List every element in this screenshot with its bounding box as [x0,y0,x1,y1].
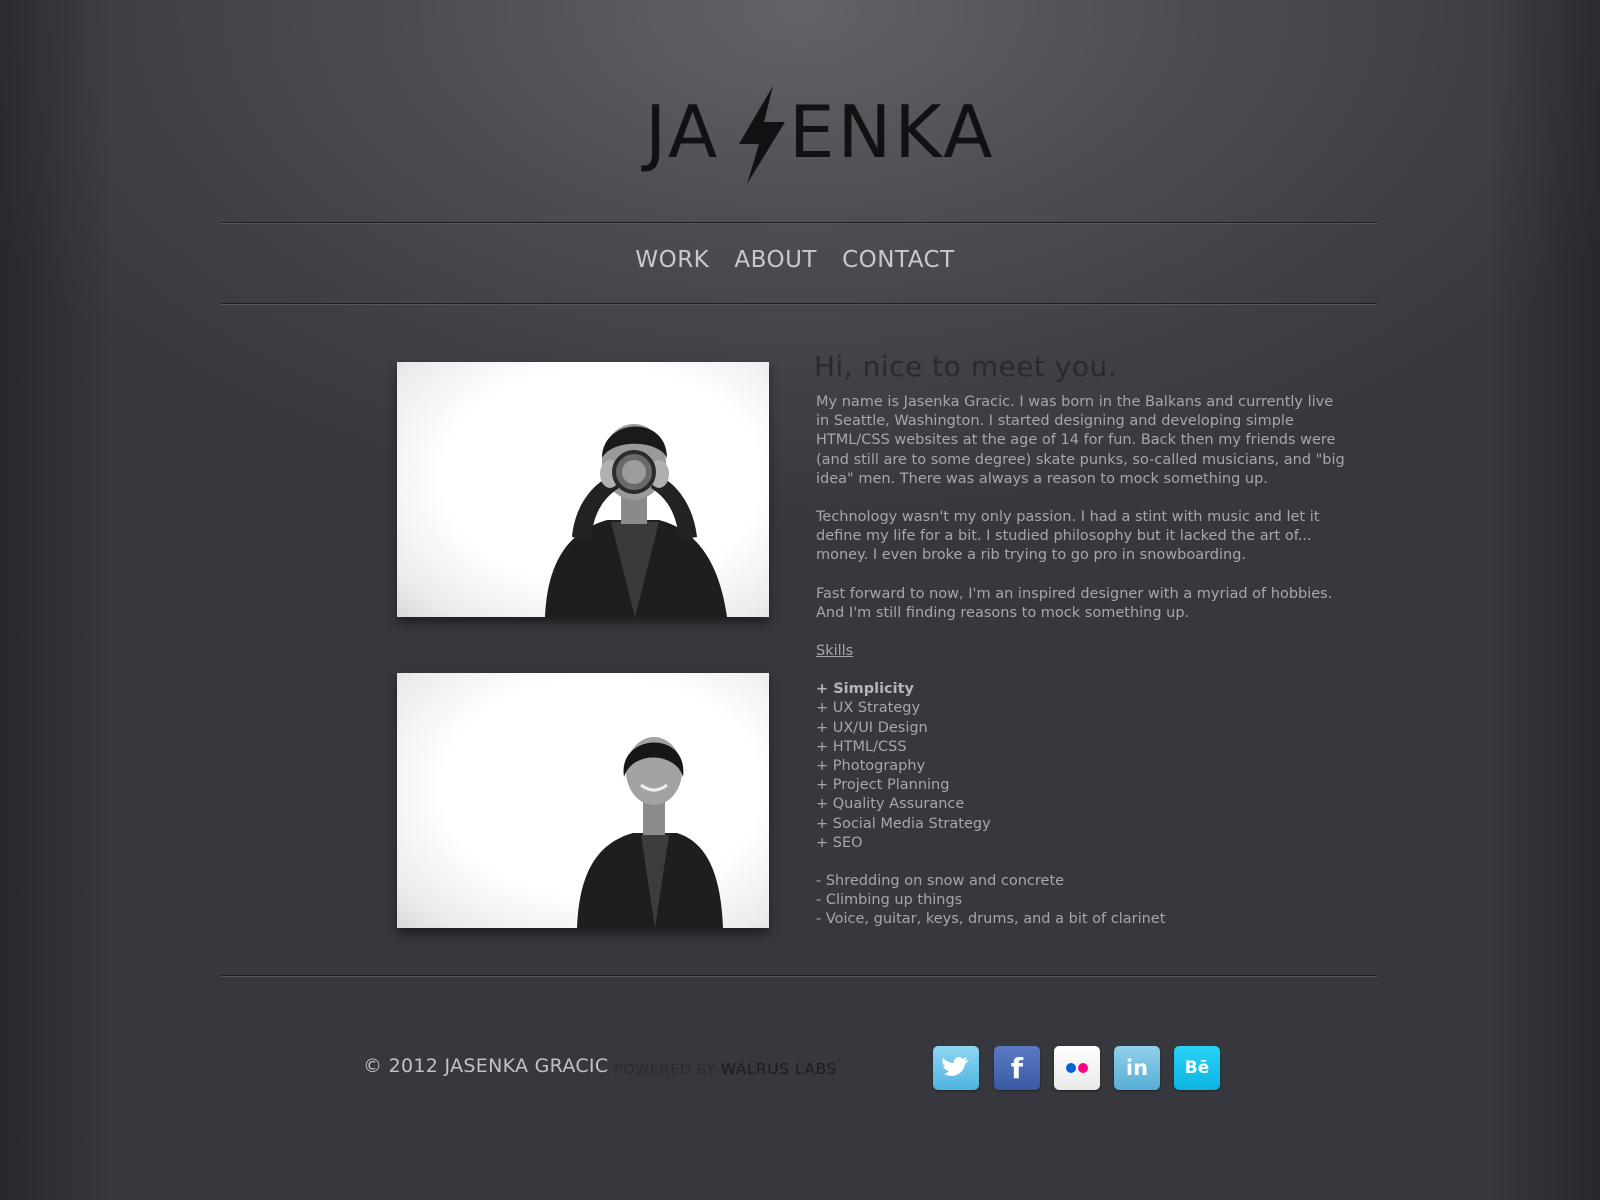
lightning-bolt-icon [739,86,785,184]
linkedin-button[interactable]: in [1114,1046,1160,1090]
flickr-button[interactable] [1054,1046,1100,1090]
skill-item: + UX/UI Design [816,719,928,736]
portrait-lens-illustration [545,424,727,617]
facebook-icon: f [1010,1051,1024,1085]
behance-icon: Bē [1184,1058,1210,1078]
nav-item-about[interactable]: ABOUT [734,247,817,273]
hobbies-list: - Shredding on snow and concrete - Climb… [816,872,1346,930]
logo-text-right: ENKA [789,90,996,174]
powered-by-label: POWERED BY [614,1062,716,1078]
skill-item: + Photography [816,758,926,775]
footer-copyright: © 2012 JASENKA GRACIC [363,1055,609,1077]
logo-text-left: JA [645,90,721,174]
skills-list: + Simplicity + UX Strategy + UX/UI Desig… [816,680,1346,853]
behance-button[interactable]: Bē [1174,1046,1220,1090]
divider-nav [221,303,1377,305]
footer-powered-by: POWERED BY WALRUS LABS [614,1060,837,1078]
skill-item: + Project Planning [816,777,950,794]
about-heading: Hi, nice to meet you. [814,350,1118,383]
facebook-button[interactable]: f [994,1046,1040,1090]
divider-top [221,222,1377,224]
hobby-item: - Voice, guitar, keys, drums, and a bit … [816,911,1166,928]
linkedin-icon: in [1125,1056,1149,1080]
skills-label: Skills [816,643,854,660]
main-nav: WORK ABOUT CONTACT [0,247,1600,273]
walrus-labs-link[interactable]: WALRUS LABS [721,1060,837,1078]
hobby-item: - Climbing up things [816,892,963,909]
skill-item: + Social Media Strategy [816,815,991,832]
skill-item: + UX Strategy [816,700,921,717]
flickr-icon [1066,1063,1088,1073]
skill-item: + HTML/CSS [816,738,907,755]
about-paragraph-2: Technology wasn't my only passion. I had… [816,509,1320,564]
skill-item: + SEO [816,834,863,851]
skill-item: + Quality Assurance [816,796,965,813]
nav-item-contact[interactable]: CONTACT [842,247,955,273]
nav-item-work[interactable]: WORK [635,247,709,273]
portrait-smiling-illustration [577,737,723,928]
about-paragraph-3: Fast forward to now, I'm an inspired des… [816,585,1333,621]
portrait-photo-smiling [397,673,769,928]
site-logo[interactable]: JA ENKA [645,86,993,190]
about-content: Hi, nice to meet you. My name is Jasenka… [814,350,1346,949]
twitter-button[interactable] [933,1046,979,1090]
hobby-item: - Shredding on snow and concrete [816,873,1065,890]
divider-footer [221,975,1377,977]
twitter-icon [942,1057,969,1076]
portrait-photo-lens [397,362,769,617]
skill-item: + Simplicity [816,681,914,698]
about-paragraph-1: My name is Jasenka Gracic. I was born in… [816,394,1345,487]
